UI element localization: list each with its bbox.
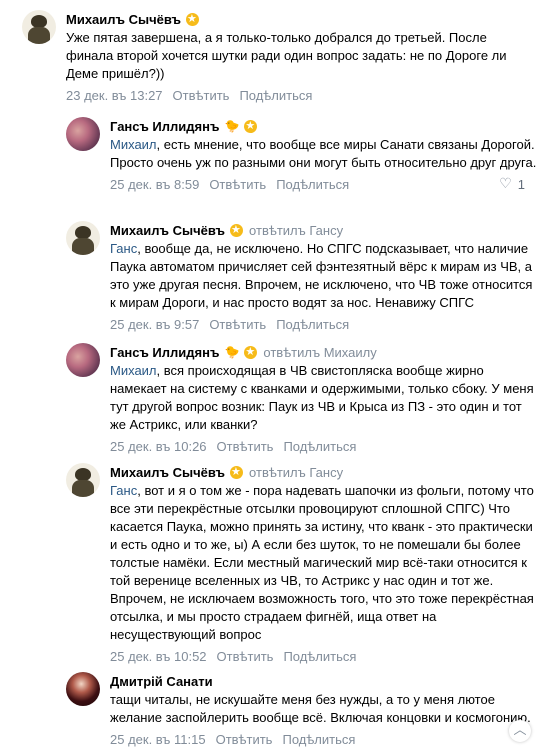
comment-date[interactable]: 25 дек. въ 11:15 (110, 732, 206, 747)
reply-button[interactable]: Отвѣтить (217, 649, 274, 664)
comment-header: Михаилъ Сычёвъ отвѣтилъ Гансу (110, 221, 537, 239)
comment-text: Михаил, вся происходящая в ЧВ свистопляс… (110, 363, 534, 432)
comment-body: Гансъ Иллидянъ 🐤 Михаил, есть мнение, чт… (110, 117, 537, 193)
comment-text: Уже пятая завершена, а я только-только д… (66, 30, 507, 81)
reply-button[interactable]: Отвѣтить (209, 177, 266, 192)
comment-footer: 25 дек. въ 11:15 Отвѣтить Подѣлиться (110, 731, 537, 747)
comment: Михаилъ Сычёвъ отвѣтилъ Гансу Ганс, вот … (66, 463, 537, 664)
share-button[interactable]: Подѣлиться (276, 177, 349, 192)
share-button[interactable]: Подѣлиться (283, 649, 356, 664)
comment-date[interactable]: 25 дек. въ 10:52 (110, 649, 207, 664)
comment-footer: 25 дек. въ 9:57 Отвѣтить Подѣлиться (110, 316, 537, 332)
reply-to-link[interactable]: отвѣтилъ Гансу (249, 465, 343, 480)
reply-button[interactable]: Отвѣтить (217, 439, 274, 454)
reply-button[interactable]: Отвѣтить (216, 732, 273, 747)
avatar[interactable] (66, 463, 100, 497)
comment-header: Михаилъ Сычёвъ отвѣтилъ Гансу (110, 463, 537, 481)
comment-header: Дмитрій Санати (110, 672, 537, 690)
heart-icon: ♡ (499, 176, 512, 192)
comment-text: Михаил, есть мнение, что вообще все миры… (110, 137, 537, 170)
star-badge-icon (230, 465, 244, 479)
share-button[interactable]: Подѣлиться (283, 439, 356, 454)
avatar[interactable] (22, 10, 56, 44)
comment-date[interactable]: 25 дек. въ 8:59 (110, 177, 199, 192)
comment-date[interactable]: 25 дек. въ 9:57 (110, 317, 199, 332)
comment-date[interactable]: 23 дек. въ 13:27 (66, 88, 163, 103)
author-name[interactable]: Дмитрій Санати (110, 674, 213, 689)
comment-body: Михаилъ Сычёвъ отвѣтилъ Гансу Ганс, вооб… (110, 221, 537, 332)
author-name[interactable]: Михаилъ Сычёвъ (110, 223, 225, 238)
comment: Михаилъ Сычёвъ Уже пятая завершена, а я … (22, 10, 537, 103)
reply-to-link[interactable]: отвѣтилъ Михаилу (263, 345, 376, 360)
star-badge-icon (230, 223, 244, 237)
comment-footer: 25 дек. въ 10:26 Отвѣтить Подѣлиться (110, 438, 537, 454)
chevron-up-icon[interactable]: ︿ (509, 720, 531, 742)
comment-body: Михаилъ Сычёвъ отвѣтилъ Гансу Ганс, вот … (110, 463, 537, 664)
mention-link[interactable]: Михаил (110, 363, 157, 378)
like-button[interactable]: ♡ 1 (499, 176, 525, 192)
comment-date[interactable]: 25 дек. въ 10:26 (110, 439, 207, 454)
star-badge-icon (244, 345, 258, 359)
mention-link[interactable]: Ганс (110, 241, 137, 256)
chick-emoji-icon: 🐤 (224, 345, 240, 359)
like-count: 1 (517, 176, 525, 192)
comment-footer: 25 дек. въ 10:52 Отвѣтить Подѣлиться (110, 648, 537, 664)
comment-footer: 23 дек. въ 13:27 Отвѣтить Подѣлиться (66, 87, 537, 103)
mention-link[interactable]: Михаил (110, 137, 157, 152)
comment-header: Гансъ Иллидянъ 🐤 (110, 117, 537, 135)
share-button[interactable]: Подѣлиться (239, 88, 312, 103)
comment-header: Михаилъ Сычёвъ (66, 10, 537, 28)
comment-text: Ганс, вообще да, не исключено. Но СПГС п… (110, 241, 533, 310)
comment-footer: 25 дек. въ 8:59 Отвѣтить Подѣлиться ♡ 1 (110, 176, 537, 192)
reply-to-link[interactable]: отвѣтилъ Гансу (249, 223, 343, 238)
share-button[interactable]: Подѣлиться (282, 732, 355, 747)
chick-emoji-icon: 🐤 (224, 119, 240, 133)
comment: Гансъ Иллидянъ 🐤 отвѣтилъ Михаилу Михаил… (66, 343, 537, 454)
avatar[interactable] (66, 343, 100, 377)
comment: Гансъ Иллидянъ 🐤 Михаил, есть мнение, чт… (66, 117, 537, 192)
mention-link[interactable]: Ганс (110, 483, 137, 498)
comment-body: Дмитрій Санати тащи читалы, не искушайте… (110, 672, 537, 747)
author-name[interactable]: Михаилъ Сычёвъ (66, 12, 181, 27)
reply-button[interactable]: Отвѣтить (173, 88, 230, 103)
share-button[interactable]: Подѣлиться (276, 317, 349, 332)
star-badge-icon (186, 12, 200, 26)
comment-text: тащи читалы, не искушайте меня без нужды… (110, 692, 531, 725)
comment-text: Ганс, вот и я о том же - пора надевать ш… (110, 483, 534, 642)
comment: Дмитрій Санати тащи читалы, не искушайте… (66, 672, 537, 747)
author-name[interactable]: Михаилъ Сычёвъ (110, 465, 225, 480)
reply-button[interactable]: Отвѣтить (209, 317, 266, 332)
avatar[interactable] (66, 672, 100, 706)
star-badge-icon (244, 119, 258, 133)
avatar[interactable] (66, 221, 100, 255)
comment-body: Михаилъ Сычёвъ Уже пятая завершена, а я … (66, 10, 537, 103)
avatar[interactable] (66, 117, 100, 151)
author-name[interactable]: Гансъ Иллидянъ (110, 119, 219, 134)
comment-body: Гансъ Иллидянъ 🐤 отвѣтилъ Михаилу Михаил… (110, 343, 537, 454)
author-name[interactable]: Гансъ Иллидянъ (110, 345, 219, 360)
comment-header: Гансъ Иллидянъ 🐤 отвѣтилъ Михаилу (110, 343, 537, 361)
comment: Михаилъ Сычёвъ отвѣтилъ Гансу Ганс, вооб… (66, 221, 537, 332)
